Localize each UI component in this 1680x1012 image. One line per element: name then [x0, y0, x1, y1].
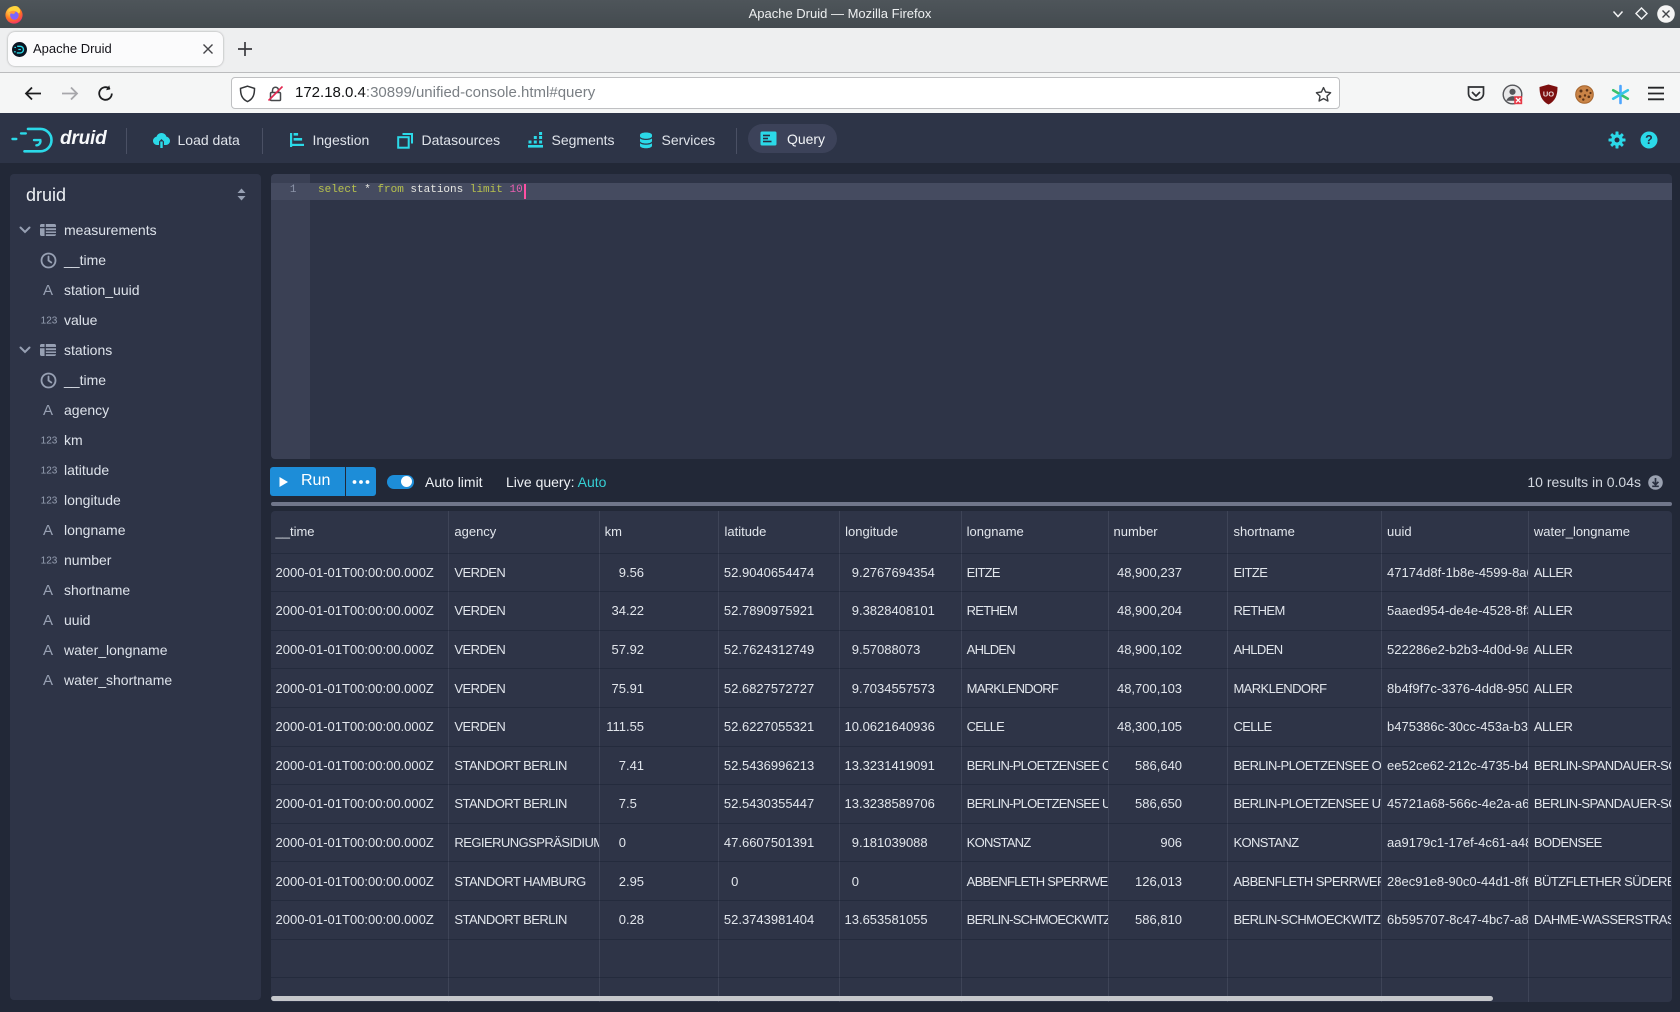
- svg-text:123: 123: [41, 555, 58, 566]
- svg-text:123: 123: [41, 435, 58, 446]
- svg-text:A: A: [43, 612, 53, 628]
- svg-text:A: A: [43, 282, 53, 298]
- svg-text:A: A: [43, 642, 53, 658]
- svg-text:?: ?: [1645, 133, 1653, 147]
- svg-text:123: 123: [41, 315, 58, 326]
- svg-text:A: A: [43, 672, 53, 688]
- svg-text:A: A: [43, 582, 53, 598]
- svg-text:UO: UO: [1543, 89, 1554, 98]
- svg-text:A: A: [43, 402, 53, 418]
- svg-text:A: A: [43, 522, 53, 538]
